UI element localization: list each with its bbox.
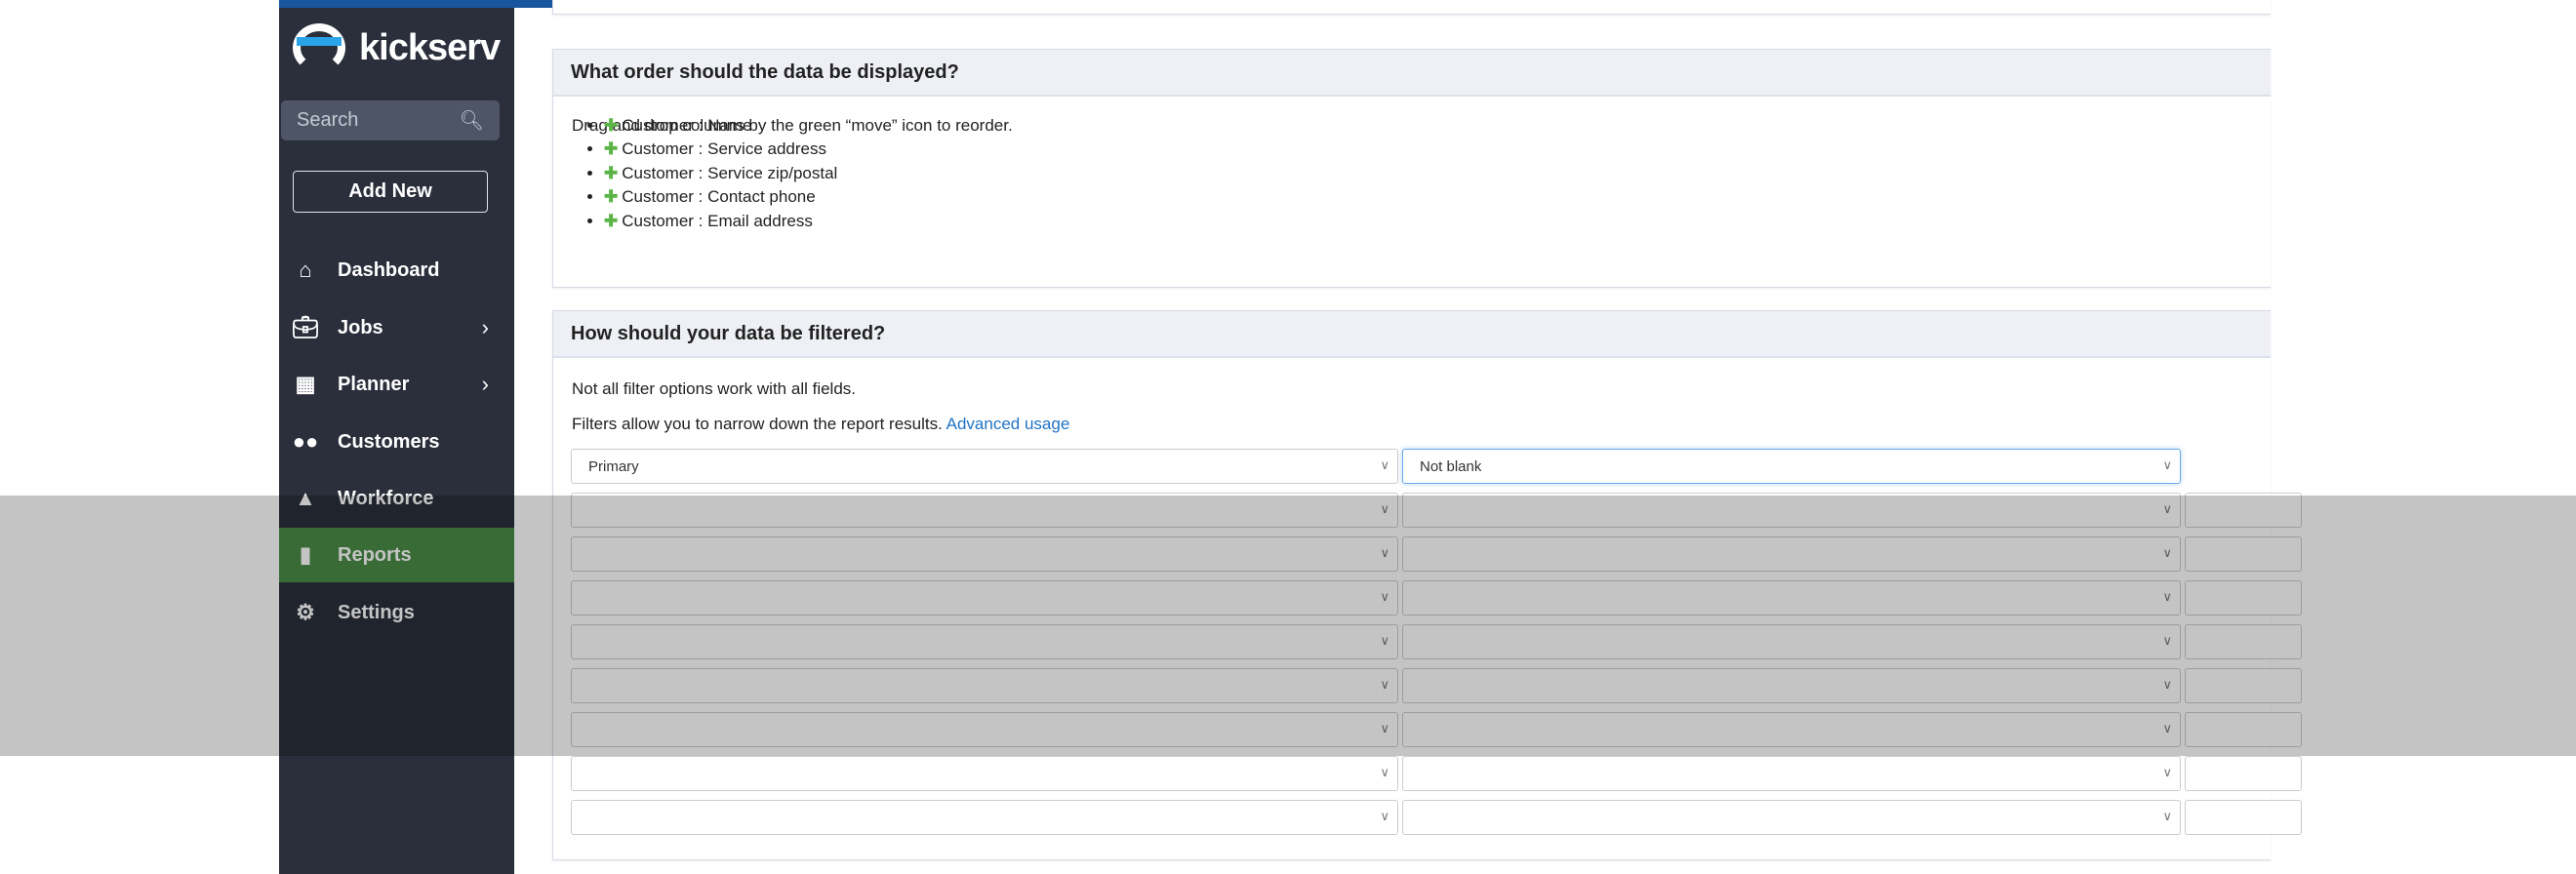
chevron-down-icon: ∨ bbox=[2162, 809, 2172, 823]
nav-label: Planner bbox=[338, 373, 410, 395]
nav-label: Jobs bbox=[338, 316, 383, 338]
select-value: Not blank bbox=[1420, 457, 1482, 475]
operator-select[interactable]: Not blank ∨ bbox=[1402, 449, 2181, 484]
nav-label: Dashboard bbox=[338, 258, 440, 281]
filter-intro: Filters allow you to narrow down the rep… bbox=[572, 415, 1069, 434]
column-item[interactable]: ✚Customer : Service address bbox=[604, 138, 837, 161]
move-icon[interactable]: ✚ bbox=[604, 139, 618, 158]
move-icon[interactable]: ✚ bbox=[604, 187, 618, 206]
column-item[interactable]: ✚Customer : Email address bbox=[604, 210, 837, 233]
column-label: Customer : Service zip/postal bbox=[622, 163, 838, 182]
section-title: How should your data be filtered? bbox=[553, 311, 2271, 358]
column-item[interactable]: ✚Customer : Contact phone bbox=[604, 185, 837, 209]
previous-card bbox=[552, 0, 2271, 15]
sidebar-item-planner[interactable]: ▦ Planner › bbox=[279, 357, 514, 412]
sidebar-item-customers[interactable]: ●● Customers bbox=[279, 415, 514, 469]
field-select[interactable]: ∨ bbox=[571, 800, 1398, 835]
logo[interactable]: kickserv bbox=[293, 23, 501, 72]
search-input[interactable]: Search 🔍︎ bbox=[281, 100, 500, 140]
ninja-logo-icon bbox=[293, 23, 345, 72]
column-label: Customer : Email address bbox=[622, 211, 813, 230]
column-label: Customer : Service address bbox=[622, 139, 826, 159]
nav-label: Customers bbox=[338, 430, 440, 453]
sidebar-item-jobs[interactable]: 💼︎ Jobs › bbox=[279, 300, 514, 355]
field-select[interactable]: ∨ bbox=[571, 756, 1398, 791]
column-item[interactable]: ✚Customer : Name bbox=[604, 114, 837, 138]
value-input[interactable] bbox=[2185, 800, 2302, 835]
search-icon: 🔍︎ bbox=[459, 110, 484, 132]
chevron-right-icon: › bbox=[481, 315, 489, 339]
operator-select[interactable]: ∨ bbox=[1402, 800, 2181, 835]
advanced-usage-link[interactable]: Advanced usage bbox=[946, 415, 1070, 433]
brand-name: kickserv bbox=[359, 26, 501, 68]
add-new-button[interactable]: Add New bbox=[293, 171, 488, 213]
column-label: Customer : Contact phone bbox=[622, 187, 816, 207]
filter-intro-text: Filters allow you to narrow down the rep… bbox=[572, 415, 943, 433]
selection-overlay bbox=[0, 496, 2576, 756]
chevron-down-icon: ∨ bbox=[2162, 457, 2172, 472]
search-placeholder: Search bbox=[297, 109, 359, 131]
calendar-icon: ▦ bbox=[295, 372, 316, 396]
move-icon[interactable]: ✚ bbox=[604, 116, 618, 135]
chevron-down-icon: ∨ bbox=[2162, 765, 2172, 779]
filter-note: Not all filter options work with all fie… bbox=[572, 379, 857, 398]
section-title: What order should the data be displayed? bbox=[553, 50, 2271, 97]
field-select[interactable]: Primary ∨ bbox=[571, 449, 1398, 484]
chevron-down-icon: ∨ bbox=[1380, 457, 1389, 472]
chevron-right-icon: › bbox=[481, 372, 489, 396]
home-icon: ⌂ bbox=[299, 258, 312, 282]
briefcase-icon: 💼︎ bbox=[292, 315, 319, 339]
order-section: What order should the data be displayed?… bbox=[552, 49, 2271, 288]
move-icon[interactable]: ✚ bbox=[604, 212, 618, 230]
sidebar-item-dashboard[interactable]: ⌂ Dashboard bbox=[279, 243, 514, 298]
operator-select[interactable]: ∨ bbox=[1402, 756, 2181, 791]
chevron-down-icon: ∨ bbox=[1380, 765, 1389, 779]
column-label: Customer : Name bbox=[622, 116, 752, 135]
column-list: ✚Customer : Name ✚Customer : Service add… bbox=[604, 114, 837, 233]
select-value: Primary bbox=[588, 457, 639, 475]
column-item[interactable]: ✚Customer : Service zip/postal bbox=[604, 162, 837, 185]
move-icon[interactable]: ✚ bbox=[604, 164, 618, 182]
value-input[interactable] bbox=[2185, 756, 2302, 791]
chevron-down-icon: ∨ bbox=[1380, 809, 1389, 823]
users-icon: ●● bbox=[292, 429, 319, 454]
